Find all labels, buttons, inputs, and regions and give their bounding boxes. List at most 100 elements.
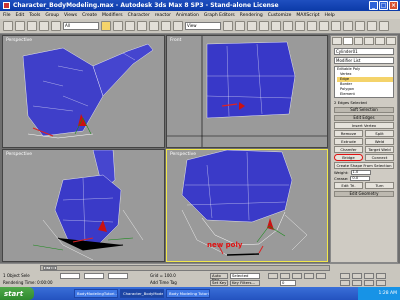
z-coordinate-field[interactable] <box>108 273 128 279</box>
reference-coordinate-dropdown[interactable]: View <box>185 22 221 30</box>
soft-selection-rollout[interactable]: Soft Selection <box>334 107 394 113</box>
maximize-button[interactable]: □ <box>379 1 388 10</box>
layer-manager-icon[interactable] <box>319 21 329 31</box>
connect-button[interactable]: Connect <box>365 154 394 161</box>
select-move-icon[interactable] <box>149 21 159 31</box>
close-button[interactable]: × <box>389 1 398 10</box>
spinner-snap-icon[interactable] <box>283 21 293 31</box>
edit-tri-button[interactable]: Edit Tri. <box>334 182 363 189</box>
hierarchy-tab-icon[interactable] <box>353 37 364 45</box>
set-key-button[interactable]: Set Key <box>210 280 228 286</box>
selection-filter-dropdown[interactable]: All <box>63 22 99 30</box>
pivot-center-icon[interactable] <box>223 21 233 31</box>
menu-customize[interactable]: Customize <box>268 13 292 18</box>
target-weld-button[interactable]: Target Weld <box>365 146 394 153</box>
select-object-icon[interactable] <box>101 21 111 31</box>
chamfer-button[interactable]: Chamfer <box>334 146 363 153</box>
field-of-view-icon[interactable] <box>340 280 350 286</box>
zoom-all-icon[interactable] <box>352 273 362 279</box>
menu-maxscript[interactable]: MAXScript <box>296 13 319 18</box>
split-button[interactable]: Split <box>365 130 394 137</box>
time-slider[interactable]: 0 / 100 <box>43 266 57 270</box>
weld-button[interactable]: Weld <box>365 138 394 145</box>
utilities-tab-icon[interactable] <box>386 37 396 45</box>
object-name-field[interactable]: Cylinder01 <box>334 48 394 55</box>
material-editor-icon[interactable] <box>355 21 365 31</box>
play-icon[interactable] <box>292 273 302 279</box>
maximize-viewport-icon[interactable] <box>376 280 386 286</box>
create-shape-button[interactable]: Create Shape From Selection <box>334 162 394 169</box>
menu-graph-editors[interactable]: Graph Editors <box>204 13 235 18</box>
turn-button[interactable]: Turn <box>365 182 394 189</box>
unlink-icon[interactable] <box>39 21 49 31</box>
minimize-button[interactable]: _ <box>369 1 378 10</box>
pan-icon[interactable] <box>352 280 362 286</box>
window-crossing-icon[interactable] <box>137 21 147 31</box>
modifier-list-dropdown[interactable]: Modifier List <box>334 57 394 64</box>
select-rotate-icon[interactable] <box>161 21 171 31</box>
menu-modifiers[interactable]: Modifiers <box>102 13 123 18</box>
zoom-extents-all-icon[interactable] <box>376 273 386 279</box>
select-by-name-icon[interactable] <box>113 21 123 31</box>
select-manipulate-icon[interactable] <box>235 21 245 31</box>
selected-dropdown[interactable]: Selected <box>230 273 260 279</box>
taskbar-item-active[interactable]: Character_BodyMode... <box>120 289 164 298</box>
weight-field[interactable]: 1.0 <box>350 170 371 175</box>
auto-key-button[interactable]: Auto Key <box>210 273 228 282</box>
go-to-end-icon[interactable] <box>316 273 326 279</box>
zoom-extents-icon[interactable] <box>364 273 374 279</box>
modify-tab-icon[interactable] <box>342 37 353 45</box>
viewport-perspective-bottom-right-active[interactable]: Perspective <box>166 149 328 262</box>
bridge-button[interactable]: Bridge <box>334 154 363 161</box>
current-frame-field[interactable]: 0 <box>280 280 296 286</box>
menu-animation[interactable]: Animation <box>176 13 199 18</box>
next-frame-icon[interactable] <box>304 273 314 279</box>
render-setup-icon[interactable] <box>367 21 377 31</box>
menu-create[interactable]: Create <box>82 13 97 18</box>
edit-edges-rollout[interactable]: Edit Edges <box>334 115 394 121</box>
viewport-perspective-bottom-left[interactable]: Perspective <box>2 149 165 262</box>
menu-tools[interactable]: Tools <box>29 13 40 18</box>
link-icon[interactable] <box>27 21 37 31</box>
y-coordinate-field[interactable] <box>84 273 104 279</box>
menu-edit[interactable]: Edit <box>16 13 25 18</box>
key-filters-button[interactable]: Key Filters... <box>230 280 260 286</box>
previous-frame-icon[interactable] <box>280 273 290 279</box>
add-time-tag[interactable]: Add Time Tag <box>150 280 177 285</box>
menu-reactor[interactable]: reactor <box>155 13 171 18</box>
bind-space-warp-icon[interactable] <box>51 21 61 31</box>
snaps-toggle-icon[interactable] <box>247 21 257 31</box>
insert-vertex-button[interactable]: Insert Vertex <box>334 122 394 129</box>
extrude-button[interactable]: Extrude <box>334 138 363 145</box>
viewport-front[interactable]: Front <box>166 35 328 148</box>
edit-geometry-rollout[interactable]: Edit Geometry <box>334 191 394 197</box>
display-tab-icon[interactable] <box>375 37 386 45</box>
create-tab-icon[interactable] <box>332 37 342 45</box>
remove-button[interactable]: Remove <box>334 130 363 137</box>
zoom-icon[interactable] <box>340 273 350 279</box>
selection-region-icon[interactable] <box>125 21 135 31</box>
menu-file[interactable]: File <box>3 13 11 18</box>
select-scale-icon[interactable] <box>173 21 183 31</box>
mirror-icon[interactable] <box>295 21 305 31</box>
time-slider-track[interactable]: 0 / 100 <box>40 265 330 271</box>
viewport-perspective-top-left[interactable]: Perspective <box>2 35 165 148</box>
menu-group[interactable]: Group <box>45 13 59 18</box>
stack-item[interactable]: Element <box>337 92 393 97</box>
arc-rotate-icon[interactable] <box>364 280 374 286</box>
start-button[interactable]: start <box>0 287 34 300</box>
taskbar-item[interactable]: BodyModelingTutori... <box>74 289 118 298</box>
redo-icon[interactable] <box>15 21 25 31</box>
motion-tab-icon[interactable] <box>364 37 375 45</box>
menu-rendering[interactable]: Rendering <box>240 13 263 18</box>
menu-character[interactable]: Character <box>128 13 150 18</box>
percent-snap-icon[interactable] <box>271 21 281 31</box>
crease-field[interactable]: 0.0 <box>350 176 371 181</box>
schematic-view-icon[interactable] <box>343 21 353 31</box>
menu-help[interactable]: Help <box>325 13 335 18</box>
quick-render-icon[interactable] <box>379 21 389 31</box>
curve-editor-icon[interactable] <box>331 21 341 31</box>
x-coordinate-field[interactable] <box>60 273 80 279</box>
menu-views[interactable]: Views <box>64 13 77 18</box>
align-icon[interactable] <box>307 21 317 31</box>
